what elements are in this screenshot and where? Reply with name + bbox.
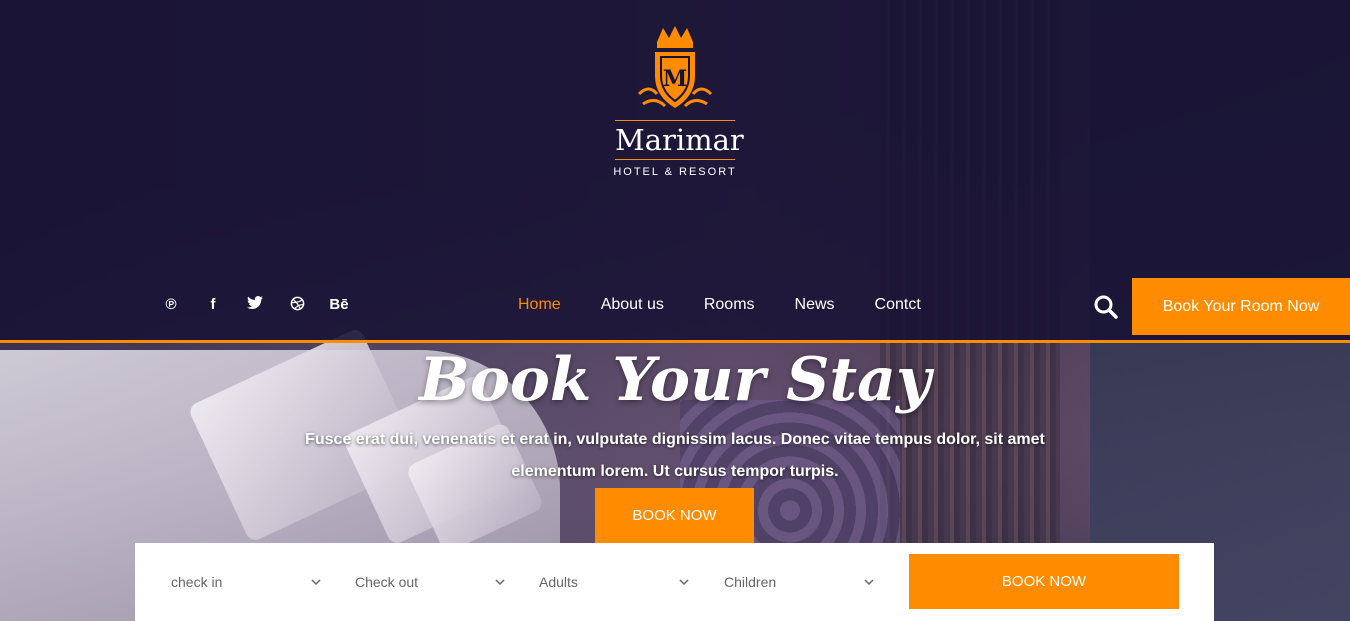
children-label: Children [724, 574, 777, 590]
header-divider [0, 340, 1350, 343]
pinterest-icon[interactable]: ℗ [150, 296, 192, 315]
crown-shield-icon: M [637, 26, 713, 108]
nav-about-us[interactable]: About us [601, 296, 664, 314]
hero-book-now-button[interactable]: BOOK NOW [595, 488, 754, 543]
hero-title: Book Your Stay [419, 345, 931, 415]
nav-news[interactable]: News [795, 296, 835, 314]
chevron-down-icon [864, 579, 874, 586]
hero-text: Fusce erat dui, venenatis et erat in, vu… [305, 431, 1045, 480]
search-icon[interactable] [1093, 294, 1119, 320]
behance-icon[interactable]: Bē [318, 296, 360, 315]
children-select[interactable]: Children [724, 570, 874, 594]
logo-tagline: HOTEL & RESORT [613, 166, 737, 178]
logo[interactable]: M Marimar HOTEL & RESORT [600, 24, 750, 189]
dribbble-icon[interactable] [276, 296, 318, 315]
nav-home[interactable]: Home [518, 296, 561, 314]
facebook-icon[interactable]: f [192, 296, 234, 315]
chevron-down-icon [679, 579, 689, 586]
check-in-label: check in [171, 574, 223, 590]
nav-contact[interactable]: Contct [875, 296, 921, 314]
chevron-down-icon [311, 579, 321, 586]
logo-name: Marimar [615, 120, 744, 160]
adults-label: Adults [539, 574, 578, 590]
booking-form: check in Check out Adults Children BOOK … [135, 543, 1214, 621]
check-out-label: Check out [355, 574, 419, 590]
adults-select[interactable]: Adults [539, 570, 689, 594]
logo-monogram: M [663, 66, 687, 92]
book-room-button[interactable]: Book Your Room Now [1132, 278, 1350, 335]
booking-submit-button[interactable]: BOOK NOW [909, 554, 1179, 609]
main-nav: Home About us Rooms News Contct [518, 296, 961, 314]
check-out-select[interactable]: Check out [355, 570, 505, 594]
chevron-down-icon [495, 579, 505, 586]
check-in-select[interactable]: check in [171, 570, 321, 594]
nav-rooms[interactable]: Rooms [704, 296, 755, 314]
social-links: ℗ f Bē [150, 296, 360, 315]
twitter-icon[interactable] [234, 296, 276, 315]
